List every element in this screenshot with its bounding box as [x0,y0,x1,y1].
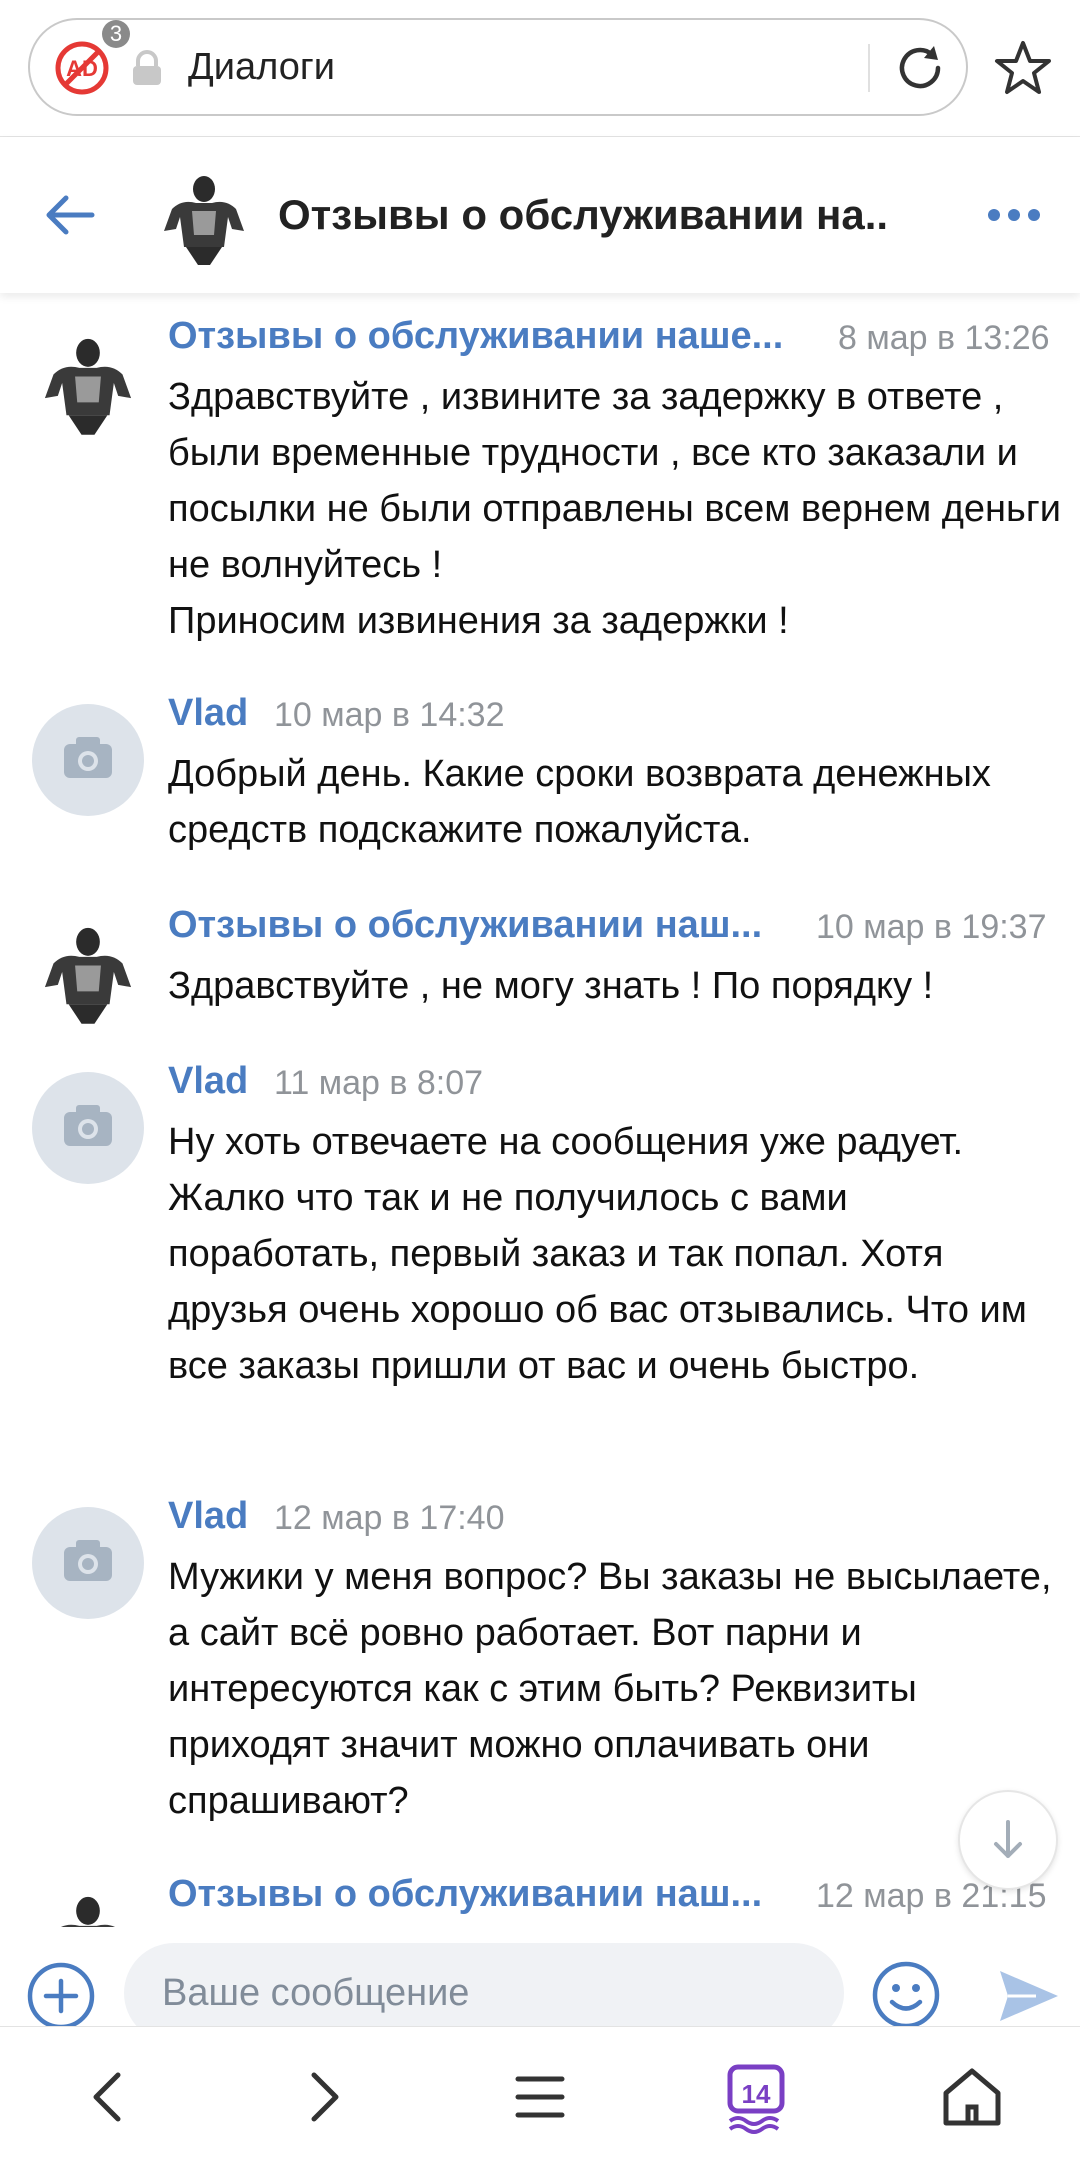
author-name[interactable]: Отзывы о обслуживании наш... [168,902,762,948]
bookmark-star-icon[interactable] [992,38,1054,100]
bodybuilder-icon [32,1885,144,1927]
author-avatar[interactable] [32,916,144,1028]
message-time: 11 мар в 8:07 [274,1064,484,1102]
adblock-count-badge: 3 [102,20,130,48]
add-attachment-icon[interactable] [26,1961,96,2031]
author-name[interactable]: Vlad [168,1058,248,1104]
chat-avatar[interactable] [152,165,256,269]
lock-icon [133,50,161,85]
message-text: Добрый день. Какие сроки возврата денежн… [168,753,991,851]
message-time: 10 мар в 19:37 [816,908,1047,946]
message-time: 12 мар в 17:40 [274,1499,505,1537]
nav-menu-icon[interactable] [500,2057,580,2137]
author-name[interactable]: Vlad [168,1493,248,1539]
tabs-count: 14 [741,2079,771,2109]
reload-icon[interactable] [892,40,948,96]
chat-title: Отзывы о обслуживании на.. [278,191,889,238]
author-name[interactable]: Отзывы о обслуживании наш... [168,1871,762,1917]
author-avatar[interactable] [32,1072,144,1184]
author-name[interactable]: Vlad [168,690,248,736]
url-divider [868,44,870,92]
message-time: 10 мар в 14:32 [274,696,505,734]
adblock-icon[interactable]: AD [54,40,110,96]
browser-address-bar: AD 3 Диалоги [0,0,1080,137]
more-options-icon[interactable] [986,197,1042,233]
nav-home-icon[interactable] [932,2057,1012,2137]
nav-back-icon[interactable] [68,2057,148,2137]
bodybuilder-icon [152,165,256,269]
author-avatar[interactable] [32,327,144,439]
bodybuilder-icon [32,916,144,1028]
url-field[interactable]: AD 3 Диалоги [28,18,968,116]
author-avatar[interactable] [32,704,144,816]
message-composer: Ваше сообщение [0,1927,1080,2043]
message-text: Мужики у меня вопрос? Вы заказы не высыл… [168,1556,1052,1822]
emoji-icon[interactable] [870,1959,942,2031]
camera-icon [64,1540,112,1581]
scroll-down-button[interactable] [958,1790,1058,1890]
message-list[interactable]: Отзывы о обслуживании наше... 8 мар в 13… [0,293,1080,1927]
author-avatar[interactable] [32,1885,144,1927]
browser-nav-bar: 14 [0,2026,1080,2161]
message-text: Ну хоть отвечаете на сообщения уже радуе… [168,1121,1027,1387]
nav-forward-icon[interactable] [284,2057,364,2137]
arrow-down-icon [994,1820,1022,1858]
camera-icon [64,1105,112,1146]
author-avatar[interactable] [32,1507,144,1619]
message-text: Здравствуйте , не могу знать ! По порядк… [168,965,934,1007]
url-text: Диалоги [188,46,335,88]
camera-icon [64,737,112,778]
bodybuilder-icon [32,327,144,439]
send-icon[interactable] [996,1965,1062,2027]
back-arrow-icon[interactable] [40,185,100,245]
message-time: 8 мар в 13:26 [838,319,1050,357]
chat-header: Отзывы о обслуживании на.. [0,137,1080,293]
nav-tabs-button[interactable]: 14 [716,2057,796,2137]
author-name[interactable]: Отзывы о обслуживании наше... [168,313,783,359]
message-text: Здравствуйте , извините за задержку в от… [168,376,1061,642]
